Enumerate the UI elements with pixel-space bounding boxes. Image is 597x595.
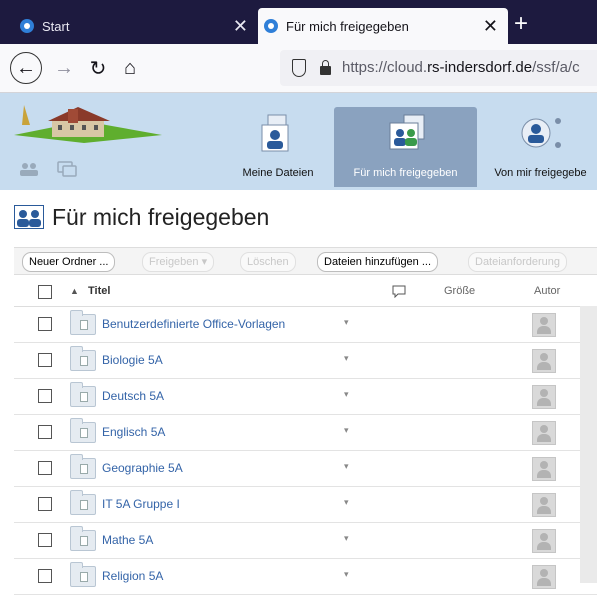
table-row[interactable]: Biologie 5A ▾ bbox=[14, 342, 597, 379]
table-row[interactable]: Geographie 5A ▾ bbox=[14, 450, 597, 487]
folder-icon[interactable] bbox=[70, 418, 96, 443]
school-logo-icon bbox=[14, 105, 162, 143]
author-avatar bbox=[532, 457, 556, 481]
table-row[interactable]: IT 5A Gruppe I ▾ bbox=[14, 486, 597, 523]
new-tab-icon[interactable]: + bbox=[514, 12, 528, 36]
folder-icon[interactable] bbox=[70, 490, 96, 515]
forward-arrow-icon[interactable]: → bbox=[50, 54, 78, 82]
nav-von-mir-freigegeben[interactable]: Von mir freigegebe bbox=[484, 107, 597, 187]
page-title: Für mich freigegeben bbox=[14, 202, 269, 232]
folder-icon[interactable] bbox=[70, 310, 96, 335]
row-menu-dropdown[interactable]: ▾ bbox=[344, 461, 349, 472]
folder-icon[interactable] bbox=[70, 454, 96, 479]
new-folder-button[interactable]: Neuer Ordner ... bbox=[22, 252, 116, 272]
nav-label: Für mich freigegeben bbox=[353, 167, 458, 179]
folder-name-link[interactable]: Religion 5A bbox=[102, 569, 163, 583]
shared-with-me-icon bbox=[389, 114, 424, 150]
right-side-panel bbox=[580, 306, 597, 583]
sort-ascending-icon[interactable]: ▲ bbox=[70, 286, 79, 296]
url-text[interactable]: https://cloud.rs-indersdorf.de/ssf/a/c bbox=[342, 59, 580, 76]
folder-name-link[interactable]: Biologie 5A bbox=[102, 353, 163, 367]
shared-users-icon bbox=[14, 205, 44, 229]
page-title-text: Für mich freigegeben bbox=[52, 203, 270, 230]
folder-name-link[interactable]: Deutsch 5A bbox=[102, 389, 164, 403]
back-arrow-icon[interactable]: ← bbox=[10, 52, 42, 84]
nav-label: Von mir freigegebe bbox=[494, 167, 587, 179]
folder-name-link[interactable]: Benutzerdefinierte Office-Vorlagen bbox=[102, 317, 285, 331]
author-avatar bbox=[532, 421, 556, 445]
file-request-button[interactable]: Dateianforderung bbox=[468, 252, 568, 272]
author-avatar bbox=[532, 313, 556, 337]
row-checkbox[interactable] bbox=[38, 569, 52, 583]
row-checkbox[interactable] bbox=[38, 317, 52, 331]
tab-start[interactable]: Start ✕ bbox=[14, 8, 254, 44]
folder-icon[interactable] bbox=[70, 562, 96, 587]
reload-icon[interactable]: ↻ bbox=[84, 54, 112, 82]
author-avatar bbox=[532, 349, 556, 373]
row-menu-dropdown[interactable]: ▾ bbox=[344, 497, 349, 508]
nav-fuer-mich-freigegeben[interactable]: Für mich freigegeben bbox=[334, 107, 477, 187]
author-avatar bbox=[532, 493, 556, 517]
my-files-icon bbox=[261, 114, 289, 152]
table-row[interactable]: Englisch 5A ▾ bbox=[14, 414, 597, 451]
shared-by-me-icon bbox=[521, 118, 561, 148]
table-header: ▲ Titel Größe Autor bbox=[14, 278, 597, 307]
lock-icon[interactable] bbox=[320, 60, 331, 75]
row-checkbox[interactable] bbox=[38, 497, 52, 511]
browser-tab-bar: Start ✕ Für mich freigegeben ✕ + bbox=[0, 0, 597, 44]
add-files-button[interactable]: Dateien hinzufügen ... bbox=[317, 252, 439, 272]
browser-nav-bar: ← → ↻ ⌂ https://cloud.rs-indersdorf.de/s… bbox=[0, 44, 597, 93]
comment-icon[interactable] bbox=[392, 285, 406, 298]
close-tab-icon[interactable]: ✕ bbox=[233, 16, 248, 37]
folder-name-link[interactable]: IT 5A Gruppe I bbox=[102, 497, 180, 511]
table-row[interactable]: Mathe 5A ▾ bbox=[14, 522, 597, 559]
select-all-checkbox[interactable] bbox=[38, 285, 52, 299]
tab-label: Start bbox=[42, 18, 70, 34]
table-row[interactable]: Religion 5A ▾ bbox=[14, 558, 597, 595]
table-row[interactable]: Benutzerdefinierte Office-Vorlagen ▾ bbox=[14, 306, 597, 343]
row-checkbox[interactable] bbox=[38, 533, 52, 547]
folder-name-link[interactable]: Mathe 5A bbox=[102, 533, 153, 547]
column-author[interactable]: Autor bbox=[534, 285, 560, 297]
address-bar[interactable]: https://cloud.rs-indersdorf.de/ssf/a/c bbox=[280, 50, 597, 86]
row-checkbox[interactable] bbox=[38, 425, 52, 439]
browser-favicon-icon bbox=[264, 19, 278, 33]
folder-icon[interactable] bbox=[70, 382, 96, 407]
shield-icon[interactable] bbox=[292, 59, 306, 77]
folder-name-link[interactable]: Englisch 5A bbox=[102, 425, 165, 439]
chat-icon[interactable] bbox=[56, 161, 78, 177]
author-avatar bbox=[532, 565, 556, 589]
author-avatar bbox=[532, 529, 556, 553]
folder-icon[interactable] bbox=[70, 346, 96, 371]
column-title[interactable]: Titel bbox=[88, 285, 110, 297]
tab-fuer-mich-freigegeben[interactable]: Für mich freigegeben ✕ bbox=[258, 8, 508, 44]
row-checkbox[interactable] bbox=[38, 389, 52, 403]
author-avatar bbox=[532, 385, 556, 409]
users-icon[interactable] bbox=[18, 161, 40, 177]
row-menu-dropdown[interactable]: ▾ bbox=[344, 425, 349, 436]
table-row[interactable]: Deutsch 5A ▾ bbox=[14, 378, 597, 415]
home-icon[interactable]: ⌂ bbox=[116, 54, 144, 82]
browser-favicon-icon bbox=[20, 19, 34, 33]
column-size[interactable]: Größe bbox=[444, 285, 475, 297]
app-header: Meine Dateien Für mich freigegeben Von m… bbox=[0, 93, 597, 190]
share-button[interactable]: Freigeben ▾ bbox=[142, 252, 215, 272]
row-menu-dropdown[interactable]: ▾ bbox=[344, 533, 349, 544]
delete-button[interactable]: Löschen bbox=[240, 252, 296, 272]
row-menu-dropdown[interactable]: ▾ bbox=[344, 569, 349, 580]
nav-meine-dateien[interactable]: Meine Dateien bbox=[236, 107, 320, 187]
row-menu-dropdown[interactable]: ▾ bbox=[344, 353, 349, 364]
folder-icon[interactable] bbox=[70, 526, 96, 551]
row-menu-dropdown[interactable]: ▾ bbox=[344, 317, 349, 328]
nav-label: Meine Dateien bbox=[242, 167, 314, 179]
close-tab-icon[interactable]: ✕ bbox=[483, 16, 498, 37]
file-toolbar: Neuer Ordner ... Freigeben ▾ Löschen Dat… bbox=[14, 247, 597, 275]
tab-label: Für mich freigegeben bbox=[286, 18, 409, 34]
folder-name-link[interactable]: Geographie 5A bbox=[102, 461, 183, 475]
row-checkbox[interactable] bbox=[38, 353, 52, 367]
row-checkbox[interactable] bbox=[38, 461, 52, 475]
row-menu-dropdown[interactable]: ▾ bbox=[344, 389, 349, 400]
